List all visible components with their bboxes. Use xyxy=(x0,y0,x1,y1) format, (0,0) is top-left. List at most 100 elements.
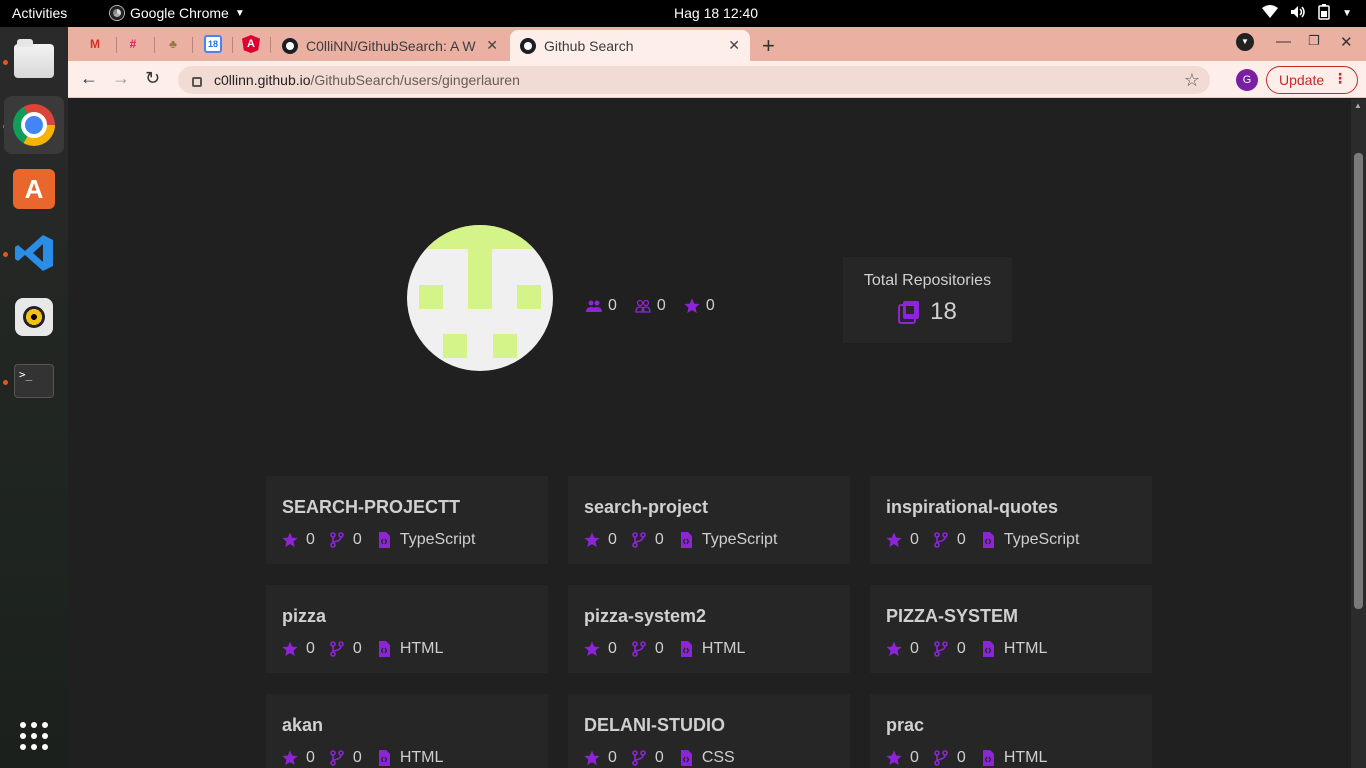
repo-card[interactable]: pizza-system2 0 0 HTML xyxy=(568,585,850,673)
app-menu[interactable]: Google Chrome ▼ xyxy=(110,5,245,21)
repo-card[interactable]: SEARCH-PROJECTT 0 0 TypeScript xyxy=(266,476,548,564)
repo-forks: 0 xyxy=(329,531,362,549)
star-icon xyxy=(584,750,600,765)
scroll-up-icon[interactable]: ▲ xyxy=(1354,101,1362,110)
new-tab-button[interactable]: + xyxy=(762,33,775,59)
repo-language-label: HTML xyxy=(399,640,444,657)
activities-button[interactable]: Activities xyxy=(12,5,67,21)
repo-stars: 0 xyxy=(886,640,919,658)
files-dock-item[interactable] xyxy=(4,32,64,90)
tab-label: Github Search xyxy=(544,37,634,54)
star-icon xyxy=(886,641,902,656)
tab-github-repo[interactable]: C0lliNN/GithubSearch: A W ✕ xyxy=(272,30,508,61)
repo-forks: 0 xyxy=(329,640,362,658)
repo-card[interactable]: pizza 0 0 HTML xyxy=(266,585,548,673)
code-file-icon xyxy=(680,532,692,548)
files-icon xyxy=(14,39,54,78)
repo-language: TypeScript xyxy=(980,531,1079,549)
repo-stars: 0 xyxy=(584,749,617,767)
close-icon[interactable]: ✕ xyxy=(728,37,740,54)
repo-language: HTML xyxy=(376,749,443,767)
chrome-dock-item[interactable] xyxy=(4,96,64,154)
angular-pinned-tab[interactable]: A xyxy=(242,35,260,53)
repo-meta: 0 0 CSS xyxy=(584,749,749,767)
more-vert-icon: ⋮ xyxy=(1333,70,1347,86)
repo-card[interactable]: DELANI-STUDIO 0 0 CSS xyxy=(568,694,850,768)
repo-name[interactable]: PIZZA-SYSTEM xyxy=(886,606,1018,627)
repo-language: TypeScript xyxy=(678,531,777,549)
tab-github-search[interactable]: Github Search ✕ xyxy=(510,30,750,61)
repo-stars: 0 xyxy=(886,749,919,767)
repo-meta: 0 0 HTML xyxy=(584,640,759,658)
terminal-dock-item[interactable]: >_ xyxy=(4,352,64,410)
repo-stars: 0 xyxy=(282,640,315,658)
reload-button[interactable]: ↻ xyxy=(145,68,160,89)
repo-name[interactable]: SEARCH-PROJECTT xyxy=(282,497,460,518)
repo-card[interactable]: inspirational-quotes 0 0 TypeScript xyxy=(870,476,1152,564)
star-icon xyxy=(282,750,298,765)
forward-button[interactable]: → xyxy=(112,68,130,89)
code-file-icon xyxy=(378,532,390,548)
minimize-button[interactable]: — xyxy=(1276,33,1291,50)
repo-name[interactable]: prac xyxy=(886,715,924,736)
repo-card[interactable]: prac 0 0 HTML xyxy=(870,694,1152,768)
repo-name[interactable]: pizza-system2 xyxy=(584,606,706,627)
rhythmbox-icon xyxy=(15,298,53,336)
repo-name[interactable]: DELANI-STUDIO xyxy=(584,715,725,736)
star-icon xyxy=(282,641,298,656)
total-repositories-count: 18 xyxy=(930,298,957,325)
caret-down-icon: ▼ xyxy=(234,7,245,19)
tab-strip: M # ♣ 18 A C0lliNN/GithubSearch: A W ✕ G… xyxy=(68,27,1366,61)
rhythmbox-dock-item[interactable] xyxy=(4,288,64,346)
page-scrollbar[interactable]: ▲ xyxy=(1351,99,1366,768)
bookmark-star-icon[interactable]: ☆ xyxy=(1184,70,1200,91)
repo-forks-count: 0 xyxy=(654,640,664,657)
vscode-dock-item[interactable] xyxy=(4,224,64,282)
repo-name[interactable]: akan xyxy=(282,715,323,736)
repo-card[interactable]: akan 0 0 HTML xyxy=(266,694,548,768)
repo-meta: 0 0 HTML xyxy=(282,640,457,658)
repo-stars: 0 xyxy=(886,531,919,549)
calendar-pinned-tab[interactable]: 18 xyxy=(204,35,222,53)
gmail-pinned-tab[interactable]: M xyxy=(86,35,104,53)
browser-toolbar: ← → ↻ c0llinn.github.io /GithubSearch/us… xyxy=(68,61,1366,98)
star-icon xyxy=(886,532,902,547)
followers-count: 0 xyxy=(608,297,617,314)
repo-forks: 0 xyxy=(933,531,966,549)
tree-pinned-tab[interactable]: ♣ xyxy=(164,35,182,53)
system-tray[interactable]: ▼ xyxy=(1262,4,1352,23)
close-window-button[interactable]: ✕ xyxy=(1340,33,1353,51)
code-file-icon xyxy=(982,641,994,657)
repo-meta: 0 0 TypeScript xyxy=(282,531,489,549)
repo-name[interactable]: pizza xyxy=(282,606,326,627)
show-apps-icon xyxy=(20,722,48,750)
show-apps-button[interactable] xyxy=(4,707,64,765)
close-icon[interactable]: ✕ xyxy=(486,37,498,54)
profile-avatar[interactable]: G xyxy=(1236,69,1258,91)
star-icon xyxy=(584,532,600,547)
repo-forks-count: 0 xyxy=(352,640,362,657)
update-label: Update xyxy=(1279,72,1325,88)
stars-count: 0 xyxy=(705,297,715,314)
repo-card[interactable]: PIZZA-SYSTEM 0 0 HTML xyxy=(870,585,1152,673)
star-icon xyxy=(282,532,298,547)
app-store-dock-item[interactable]: A xyxy=(4,160,64,218)
address-bar[interactable]: c0llinn.github.io /GithubSearch/users/gi… xyxy=(178,66,1210,94)
tab-label: C0lliNN/GithubSearch: A W xyxy=(306,37,476,54)
total-repositories-label: Total Repositories xyxy=(863,272,992,289)
scrollbar-thumb[interactable] xyxy=(1354,153,1363,609)
restore-button[interactable]: ❐ xyxy=(1308,33,1320,49)
slack-pinned-tab[interactable]: # xyxy=(124,35,142,53)
repo-card[interactable]: search-project 0 0 TypeScript xyxy=(568,476,850,564)
vscode-icon xyxy=(15,235,53,271)
code-file-icon xyxy=(680,750,692,766)
repo-stars-count: 0 xyxy=(910,640,919,657)
repo-name[interactable]: inspirational-quotes xyxy=(886,497,1058,518)
update-button[interactable]: Update ⋮ xyxy=(1266,66,1358,94)
tab-search-icon[interactable]: ▼ xyxy=(1236,33,1254,51)
repo-stars: 0 xyxy=(584,640,617,658)
clock[interactable]: Hag 18 12:40 xyxy=(674,5,758,21)
repo-name[interactable]: search-project xyxy=(584,497,708,518)
back-button[interactable]: ← xyxy=(80,68,98,89)
dock: A >_ xyxy=(0,27,68,768)
